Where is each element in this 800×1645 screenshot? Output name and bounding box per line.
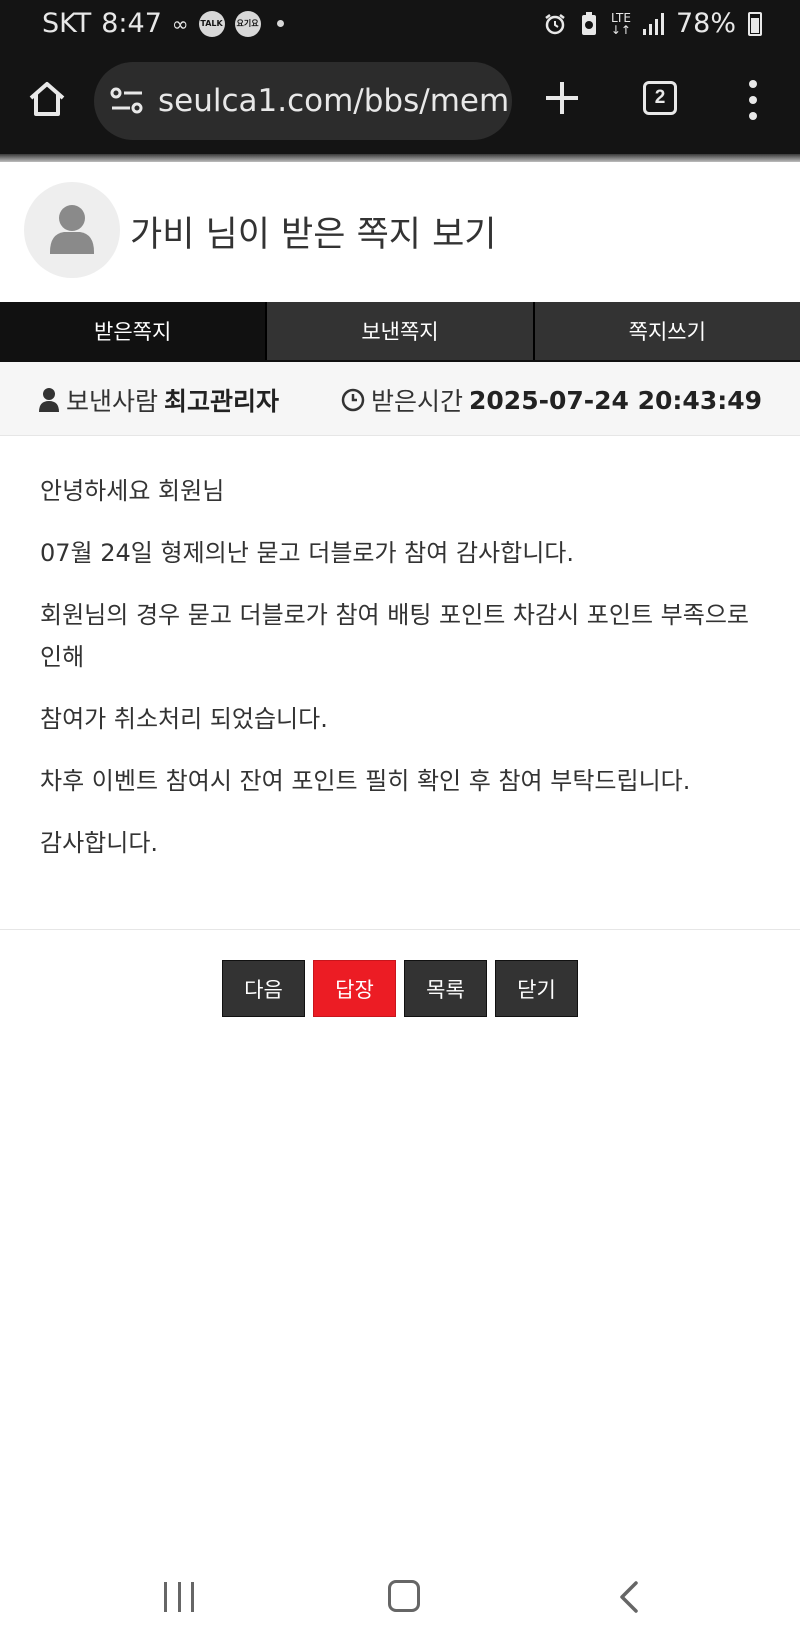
carrier-label: SKT bbox=[42, 8, 92, 39]
data-arrows-icon: ↓↑ bbox=[610, 22, 631, 37]
message-body: 안녕하세요 회원님 07월 24일 형제의난 묻고 더블로가 참여 감사합니다.… bbox=[40, 470, 770, 884]
message-info-row: 보낸사람 최고관리자 받은시간 2025-07-24 20:43:49 bbox=[0, 362, 800, 436]
browser-toolbar: seulca1.com/bbs/mem 2 bbox=[0, 48, 800, 154]
received-label: 받은시간 bbox=[371, 387, 464, 416]
signal-strength-icon bbox=[642, 12, 664, 35]
user-silhouette-icon bbox=[50, 205, 94, 254]
message-line: 차후 이벤트 참여시 잔여 포인트 필히 확인 후 참여 부탁드립니다. bbox=[40, 767, 691, 795]
site-settings-icon[interactable] bbox=[110, 86, 144, 116]
message-tabs: 받은쪽지 보낸쪽지 쪽지쓰기 bbox=[0, 302, 800, 362]
list-button[interactable]: 목록 bbox=[404, 960, 487, 1017]
user-icon bbox=[39, 388, 59, 412]
sender-name: 최고관리자 bbox=[164, 387, 280, 416]
avatar bbox=[24, 182, 120, 278]
url-text[interactable]: seulca1.com/bbs/mem bbox=[158, 83, 509, 119]
message-line: 회원님의 경우 묻고 더블로가 참여 배팅 포인트 차감시 포인트 부족으로 인… bbox=[40, 601, 749, 671]
divider bbox=[0, 929, 800, 930]
battery-percent: 78% bbox=[675, 8, 736, 39]
action-buttons: 다음 답장 목록 닫기 bbox=[0, 960, 800, 1017]
status-time: 8:47 bbox=[101, 8, 162, 39]
address-bar[interactable]: seulca1.com/bbs/mem bbox=[94, 62, 512, 140]
tab-received[interactable]: 받은쪽지 bbox=[0, 302, 266, 360]
browser-menu-icon[interactable] bbox=[745, 80, 761, 120]
tab-write[interactable]: 쪽지쓰기 bbox=[532, 302, 800, 360]
battery-saver-icon bbox=[581, 11, 596, 35]
received-time: 2025-07-24 20:43:49 bbox=[469, 385, 762, 415]
status-right: LTE ↓↑ 78% bbox=[543, 8, 762, 39]
message-line: 참여가 취소처리 되었습니다. bbox=[40, 705, 328, 733]
status-bar: SKT 8:47 ∞ TALK 요기요 LTE ↓↑ 78% bbox=[0, 0, 800, 48]
status-left: SKT 8:47 ∞ TALK 요기요 bbox=[42, 8, 284, 39]
system-navigation-bar bbox=[0, 1555, 800, 1645]
recent-apps-icon[interactable] bbox=[164, 1582, 194, 1612]
alarm-icon bbox=[545, 13, 565, 34]
reply-button[interactable]: 답장 bbox=[313, 960, 396, 1017]
close-button[interactable]: 닫기 bbox=[495, 960, 578, 1017]
more-notifications-dot-icon bbox=[276, 20, 284, 27]
received-time-info: 받은시간 2025-07-24 20:43:49 bbox=[341, 382, 762, 418]
sender-label: 보낸사람 bbox=[66, 387, 159, 416]
page-header: 가비 님이 받은 쪽지 보기 bbox=[0, 162, 800, 302]
yogiyo-icon: 요기요 bbox=[234, 10, 261, 37]
talk-icon: TALK bbox=[198, 10, 225, 37]
tab-count: 2 bbox=[654, 87, 666, 108]
next-button[interactable]: 다음 bbox=[222, 960, 305, 1017]
message-line: 감사합니다. bbox=[40, 829, 159, 857]
tab-switcher-button[interactable]: 2 bbox=[643, 81, 677, 115]
yogiyo-icon-label: 요기요 bbox=[236, 19, 259, 28]
clock-icon bbox=[341, 388, 365, 412]
tab-sent[interactable]: 보낸쪽지 bbox=[265, 302, 533, 360]
lte-indicator: LTE ↓↑ bbox=[611, 12, 631, 36]
message-line: 안녕하세요 회원님 bbox=[40, 477, 225, 505]
new-tab-icon[interactable] bbox=[540, 76, 584, 120]
infinity-icon: ∞ bbox=[171, 11, 189, 36]
back-icon[interactable] bbox=[614, 1579, 644, 1615]
battery-icon bbox=[748, 11, 762, 36]
toolbar-shadow bbox=[0, 154, 800, 162]
sender-info: 보낸사람 최고관리자 bbox=[38, 382, 279, 418]
home-icon[interactable] bbox=[26, 78, 68, 120]
talk-icon-label: TALK bbox=[200, 19, 223, 28]
page-title: 가비 님이 받은 쪽지 보기 bbox=[130, 215, 497, 255]
message-line: 07월 24일 형제의난 묻고 더블로가 참여 감사합니다. bbox=[40, 539, 574, 567]
home-nav-icon[interactable] bbox=[388, 1580, 420, 1612]
network-label: LTE bbox=[610, 10, 631, 25]
